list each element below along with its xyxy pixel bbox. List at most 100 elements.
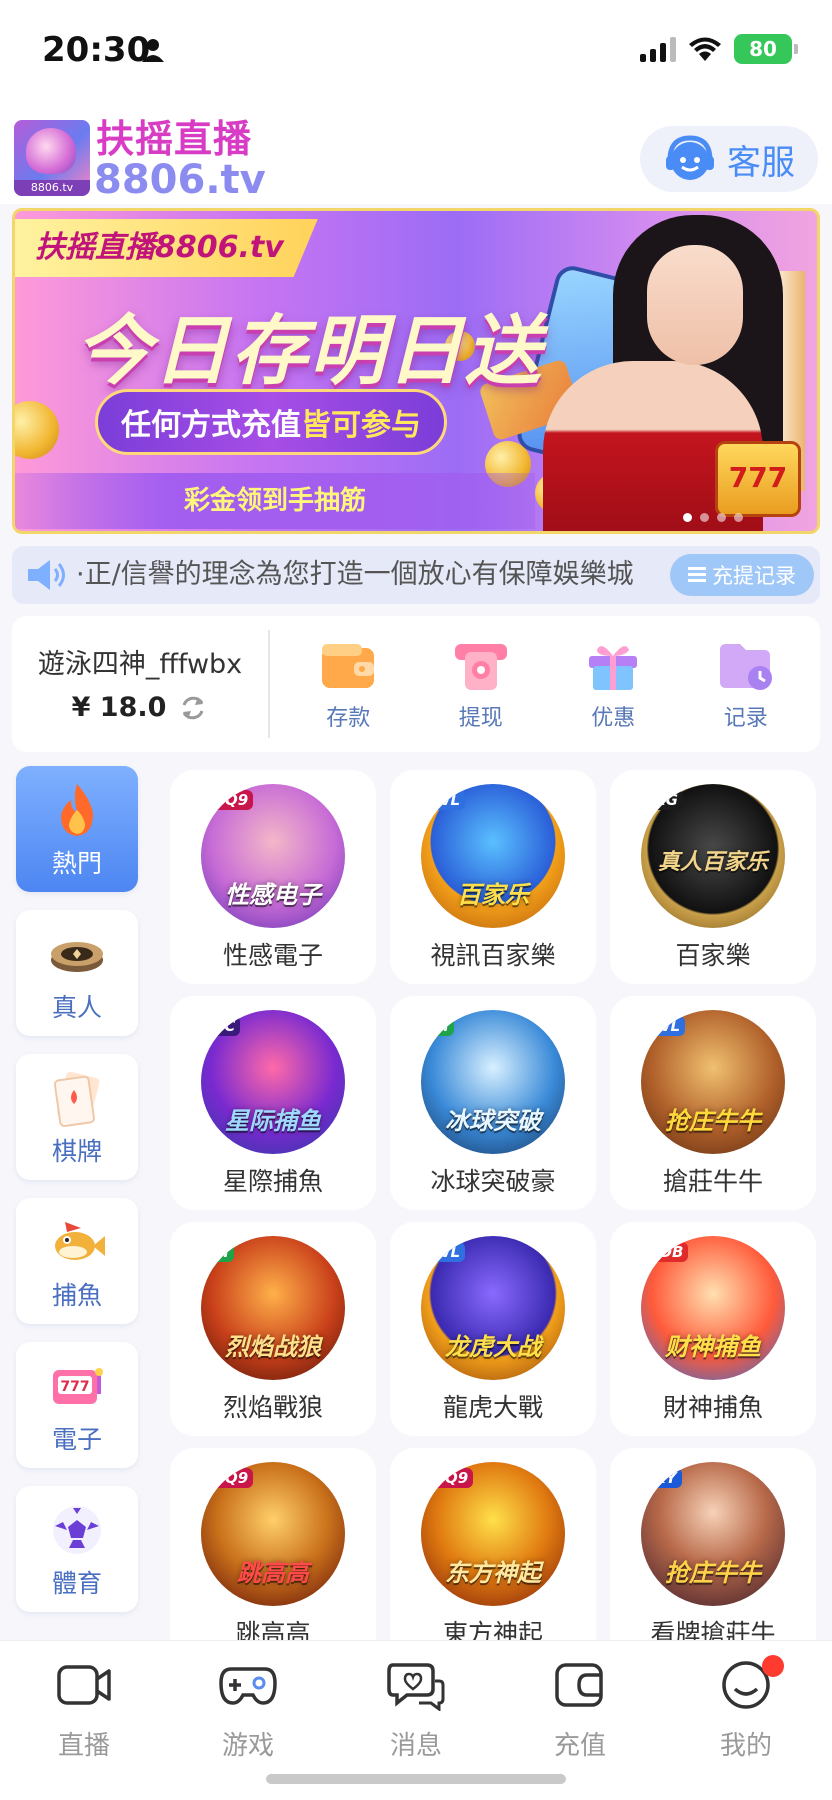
game-card[interactable]: CQ9 跳高高 跳高高 — [170, 1448, 376, 1640]
withdraw-icon — [454, 644, 507, 690]
chat-icon — [387, 1663, 445, 1711]
pagination-dot[interactable] — [683, 513, 692, 522]
announcement-text: ·正/信譽的理念為您打造一個放心有保障娛樂城 — [76, 559, 634, 590]
game-thumbnail: WL 龙虎大战 — [421, 1236, 565, 1380]
game-card[interactable]: FC 星际捕鱼 星際捕魚 — [170, 996, 376, 1210]
game-art-title: 烈焰战狼 — [225, 1333, 321, 1361]
pagination-dot[interactable] — [717, 513, 726, 522]
deposit-button[interactable]: 存款 — [293, 638, 403, 732]
category-board[interactable]: 棋牌 — [16, 1054, 138, 1180]
game-card[interactable]: CQ9 性感电子 性感電子 — [170, 770, 376, 984]
pagination-dot[interactable] — [700, 513, 709, 522]
status-bar: 20:30 80 — [0, 0, 832, 100]
banner-model-face — [647, 245, 743, 365]
refresh-icon[interactable] — [178, 693, 208, 723]
wifi-icon — [689, 37, 721, 61]
game-thumbnail: CQ9 性感电子 — [201, 784, 345, 928]
game-card[interactable]: M 烈焰战狼 烈焰戰狼 — [170, 1222, 376, 1436]
category-sidebar: 熱門 真人 棋牌 捕魚 777 電子 體育 — [0, 760, 156, 1640]
banner-pill-highlight: 皆可参与 — [301, 408, 421, 443]
camera-icon — [57, 1665, 111, 1705]
transaction-records-label: 充提记录 — [712, 564, 796, 588]
category-label: 體育 — [51, 1569, 102, 1598]
gamepad-icon — [219, 1667, 277, 1705]
app-header: 8806.tv 扶摇直播 8806.tv 客服 — [0, 100, 832, 204]
nav-profile[interactable]: 我的 — [686, 1655, 806, 1762]
game-name: 搶莊牛牛 — [662, 1167, 763, 1196]
game-card[interactable]: WL 抢庄牛牛 搶莊牛牛 — [610, 996, 816, 1210]
person-icon — [142, 39, 164, 62]
category-fishing[interactable]: 捕魚 — [16, 1198, 138, 1324]
provider-badge: M — [209, 1242, 234, 1262]
wallet-actions: 存款 提现 优惠 记录 — [282, 638, 812, 732]
nav-messages[interactable]: 消息 — [356, 1659, 476, 1762]
game-name: 冰球突破豪 — [430, 1167, 556, 1196]
logo-figure-icon — [26, 128, 76, 174]
game-card[interactable]: KY 抢庄牛牛 看牌搶莊牛 — [610, 1448, 816, 1640]
slot-machine-icon: 777 — [53, 1368, 103, 1404]
category-sports[interactable]: 體育 — [16, 1486, 138, 1612]
promotions-button[interactable]: 优惠 — [558, 638, 668, 732]
game-thumbnail: JDB 财神捕鱼 — [641, 1236, 785, 1380]
category-label: 捕魚 — [51, 1281, 102, 1310]
game-art-title: 真人百家乐 — [657, 850, 768, 875]
records-button[interactable]: 记录 — [691, 638, 801, 732]
wallet-divider — [268, 630, 270, 738]
withdraw-label: 提现 — [458, 706, 503, 731]
customer-service-button[interactable]: 客服 — [640, 126, 818, 192]
game-thumbnail: FC 星际捕鱼 — [201, 1010, 345, 1154]
game-name: 性感電子 — [222, 941, 323, 970]
game-art-title: 冰球突破 — [445, 1107, 541, 1135]
game-card[interactable]: CQ9 东方神起 東方神起 — [390, 1448, 596, 1640]
game-name: 東方神起 — [442, 1619, 543, 1640]
game-art-title: 龙虎大战 — [445, 1333, 541, 1361]
game-card[interactable]: WL 百家乐 視訊百家樂 — [390, 770, 596, 984]
game-card[interactable]: JDB 财神捕鱼 財神捕魚 — [610, 1222, 816, 1436]
game-card[interactable]: AG 真人百家乐 百家樂 — [610, 770, 816, 984]
home-indicator[interactable] — [266, 1774, 566, 1784]
game-name: 財神捕魚 — [662, 1393, 763, 1422]
category-slots[interactable]: 777 電子 — [16, 1342, 138, 1468]
wallet-panel: 遊泳四神_fffwbx ¥ 18.0 存款 提现 优惠 记录 — [12, 616, 820, 752]
logo-title: 扶摇直播 — [96, 117, 253, 161]
nav-games[interactable]: 游戏 — [188, 1659, 308, 1762]
nav-live[interactable]: 直播 — [24, 1659, 144, 1762]
fish-icon — [55, 1222, 105, 1260]
game-thumbnail: WL 抢庄牛牛 — [641, 1010, 785, 1154]
game-name: 星際捕魚 — [222, 1167, 323, 1196]
game-thumbnail: KY 抢庄牛牛 — [641, 1462, 785, 1606]
nav-label: 充值 — [553, 1731, 606, 1761]
battery-icon: 80 — [734, 34, 798, 64]
wallet-icon — [555, 1663, 603, 1707]
category-live[interactable]: 真人 — [16, 910, 138, 1036]
withdraw-button[interactable]: 提现 — [426, 638, 536, 732]
game-name: 跳高高 — [235, 1619, 311, 1640]
promo-banner[interactable]: 777 扶摇直播8806.tv 今日存明日送 任何方式充值 皆可参与 彩金领到手抽… — [12, 208, 820, 534]
game-art-title: 东方神起 — [445, 1559, 541, 1587]
category-hot[interactable]: 熱門 — [16, 766, 138, 892]
banner-coin-icon — [15, 401, 59, 459]
game-thumbnail: M 冰球突破 — [421, 1010, 565, 1154]
game-art-title: 性感电子 — [225, 881, 321, 909]
game-card[interactable]: WL 龙虎大战 龍虎大戰 — [390, 1222, 596, 1436]
game-card[interactable]: M 冰球突破 冰球突破豪 — [390, 996, 596, 1210]
folder-clock-icon — [719, 644, 772, 690]
gift-icon — [589, 646, 638, 690]
promotions-label: 优惠 — [591, 706, 636, 731]
soccer-ball-icon — [53, 1506, 101, 1554]
game-name: 看牌搶莊牛 — [650, 1619, 776, 1640]
signal-icon — [640, 36, 676, 62]
logo-tag: 8806.tv — [14, 180, 90, 196]
banner-strip: 彩金领到手抽筋 — [15, 473, 535, 529]
svg-text:777: 777 — [60, 1379, 89, 1395]
wallet-icon — [322, 644, 375, 688]
fire-icon — [61, 784, 93, 836]
transaction-records-button[interactable]: 充提记录 — [670, 554, 814, 596]
headset-icon — [666, 135, 714, 180]
list-icon — [688, 567, 706, 583]
game-art-title: 百家乐 — [457, 881, 529, 909]
nav-recharge[interactable]: 充值 — [520, 1659, 640, 1762]
pagination-dot[interactable] — [734, 513, 743, 522]
game-art-title: 抢庄牛牛 — [665, 1107, 761, 1135]
game-art-title: 财神捕鱼 — [665, 1333, 761, 1361]
